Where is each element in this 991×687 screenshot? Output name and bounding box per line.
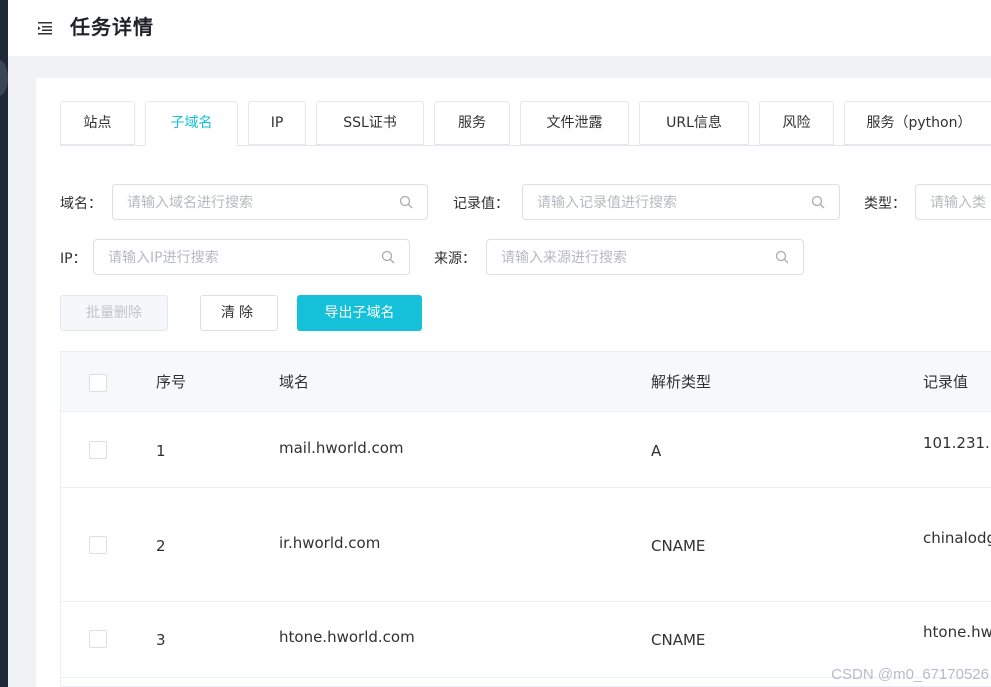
table-header: 序号 域名 解析类型 记录值 [61,352,991,412]
tab-url-info[interactable]: URL信息 [639,101,749,145]
export-subdomain-button[interactable]: 导出子域名 [297,295,422,331]
row-checkbox[interactable] [89,441,107,459]
source-filter-label: 来源： [434,251,476,267]
search-icon [811,195,825,209]
tab-bar: 站点 子域名 IP SSL证书 服务 文件泄露 URL信息 风险 服务（pyth… [60,101,991,146]
domain-search-input[interactable]: 请输入域名进行搜索 [112,184,428,220]
row-checkbox[interactable] [89,630,107,648]
row-resolve-type: CNAME [651,537,706,555]
source-search-input[interactable]: 请输入来源进行搜索 [486,239,804,275]
type-search-input[interactable]: 请输入类 [915,184,991,220]
select-all-checkbox[interactable] [89,374,107,392]
menu-fold-icon[interactable] [38,19,54,37]
record-filter-label: 记录值： [453,196,509,212]
row-record-value: htone.hw [923,623,991,641]
column-header-resolve-type: 解析类型 [651,373,712,391]
ip-search-placeholder: 请输入IP进行搜索 [108,250,219,266]
row-resolve-type: CNAME [651,631,706,649]
row-index: 1 [156,442,166,460]
row-record-value: 101.231.1 [923,434,991,452]
tab-service-python[interactable]: 服务（python） [844,101,991,145]
row-checkbox[interactable] [89,536,107,554]
row-domain: ir.hworld.com [279,534,381,552]
type-search-placeholder: 请输入类 [930,195,986,211]
column-header-domain: 域名 [279,373,310,391]
page-title: 任务详情 [70,15,154,39]
watermark: CSDN @m0_67170526 [831,666,989,683]
batch-delete-button[interactable]: 批量删除 [60,295,168,331]
search-icon [381,250,395,264]
ip-search-input[interactable]: 请输入IP进行搜索 [93,239,410,275]
tab-risk[interactable]: 风险 [759,101,834,145]
table-row: 1 mail.hworld.com A 101.231.1 [61,412,991,488]
type-filter-label: 类型： [864,196,906,212]
column-header-record-value: 记录值 [923,373,969,391]
tab-ssl-cert[interactable]: SSL证书 [316,101,424,145]
clear-button[interactable]: 清除 [200,295,278,331]
row-resolve-type: A [651,442,662,460]
domain-filter-label: 域名： [60,196,102,212]
task-detail-card: 站点 子域名 IP SSL证书 服务 文件泄露 URL信息 风险 服务（pyth… [36,78,991,687]
subdomain-table: 序号 域名 解析类型 记录值 1 mail.hworld.com A 101.2… [60,351,991,687]
row-domain: htone.hworld.com [279,628,415,646]
domain-search-placeholder: 请输入域名进行搜索 [127,195,253,211]
source-search-placeholder: 请输入来源进行搜索 [501,250,627,266]
row-index: 2 [156,537,166,555]
row-record-value: chinalodg [923,529,991,547]
row-domain: mail.hworld.com [279,439,404,457]
tab-service[interactable]: 服务 [434,101,510,145]
column-header-index: 序号 [156,373,187,391]
search-icon [775,250,789,264]
sidebar-edge [0,0,8,687]
search-icon [399,195,413,209]
record-search-placeholder: 请输入记录值进行搜索 [537,195,677,211]
record-search-input[interactable]: 请输入记录值进行搜索 [522,184,840,220]
page-header: 任务详情 [8,0,991,56]
tab-site[interactable]: 站点 [60,101,135,145]
tab-ip[interactable]: IP [248,101,306,145]
ip-filter-label: IP： [60,251,87,267]
table-row: 2 ir.hworld.com CNAME chinalodg [61,488,991,602]
sidebar-toggle-handle[interactable] [0,60,8,96]
tab-file-leak[interactable]: 文件泄露 [520,101,629,145]
row-index: 3 [156,631,166,649]
tab-subdomain[interactable]: 子域名 [145,101,238,146]
